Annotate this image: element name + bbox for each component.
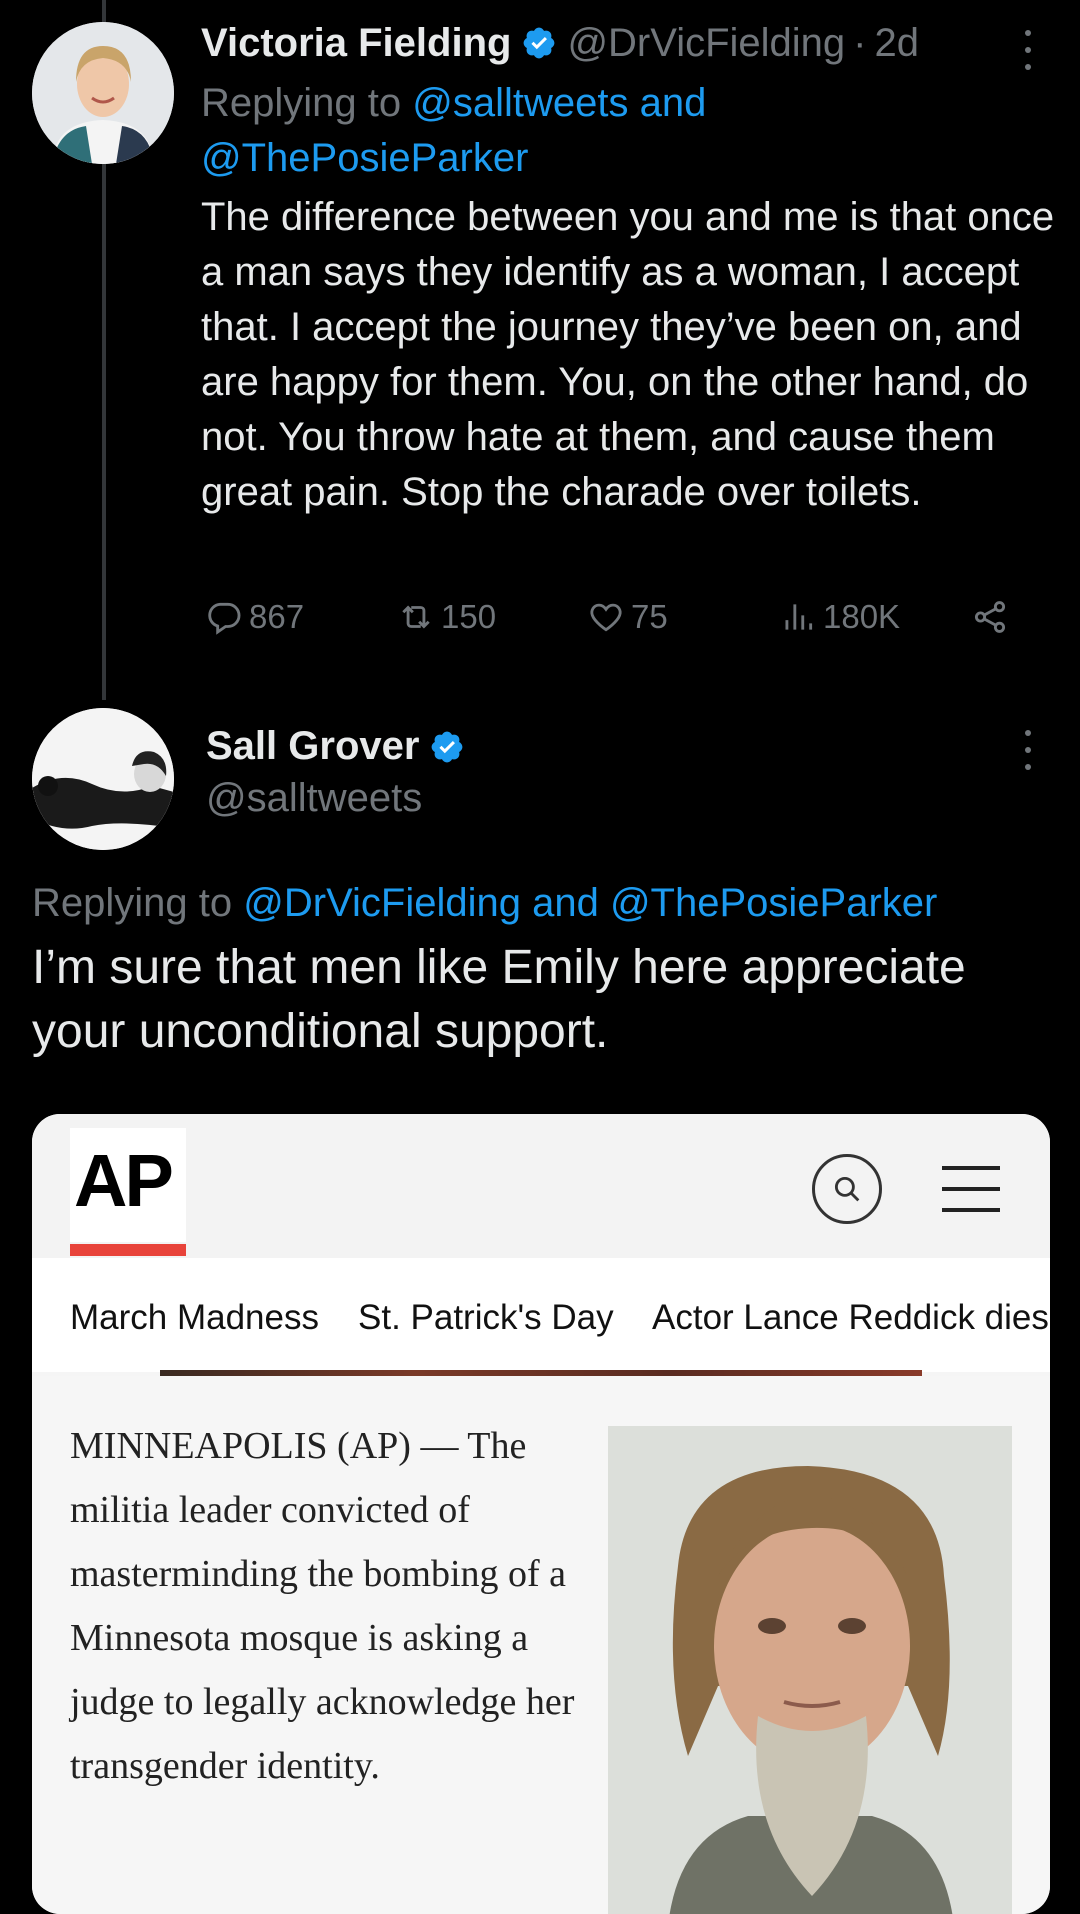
ap-logo: AP	[74, 1139, 174, 1222]
replying-prefix: Replying to	[201, 81, 402, 125]
like-button[interactable]: 75	[587, 598, 668, 636]
separator: ·	[853, 20, 867, 65]
mugshot-photo	[608, 1426, 1012, 1914]
like-icon	[590, 603, 622, 632]
article-text: MINNEAPOLIS (AP) — The militia leader co…	[70, 1425, 575, 1787]
display-name[interactable]: Victoria Fielding	[201, 21, 511, 66]
tweet2-header: Sall Grover	[206, 724, 475, 769]
avatar-sall-grover[interactable]	[32, 708, 174, 850]
attached-image[interactable]: AP March Madness St. Patrick's Day Actor…	[32, 1114, 1050, 1914]
handle[interactable]: @salltweets	[206, 776, 422, 821]
display-name[interactable]: Sall Grover	[206, 724, 419, 769]
verified-badge-icon	[432, 731, 463, 762]
reply-icon	[208, 602, 241, 635]
avatar-victoria-fielding[interactable]	[32, 22, 174, 164]
more-icon[interactable]	[1013, 30, 1043, 70]
ap-nav-item: March Madness	[70, 1298, 319, 1337]
views-button[interactable]: 180K	[779, 598, 900, 636]
tweet-text: I’m sure that men like Emily here apprec…	[32, 941, 966, 1058]
ap-nav: March Madness St. Patrick's Day Actor La…	[32, 1258, 1050, 1372]
menu-icon	[942, 1166, 1000, 1212]
ap-nav-item: Actor Lance Reddick dies	[652, 1298, 1049, 1337]
timestamp[interactable]: 2d	[875, 21, 920, 66]
views-icon	[785, 604, 813, 630]
search-icon	[812, 1154, 882, 1224]
replying-to-users[interactable]: @DrVicFielding and @ThePosieParker	[243, 881, 937, 925]
share-icon	[974, 601, 1006, 633]
replying-to: Replying to @salltweets and @ThePosiePar…	[201, 76, 1021, 186]
verified-badge-icon	[524, 27, 555, 59]
retweet-button[interactable]: 150	[397, 598, 496, 636]
share-button[interactable]	[971, 598, 1015, 636]
tweet-text: The difference between you and me is tha…	[201, 195, 1055, 514]
ap-logo-bar	[70, 1244, 186, 1256]
retweet-icon	[402, 605, 430, 629]
handle[interactable]: @DrVicFielding	[567, 21, 845, 66]
like-count: 75	[631, 598, 668, 635]
replying-prefix: Replying to	[32, 881, 233, 925]
reply-button[interactable]: 867	[205, 598, 304, 636]
replying-to: Replying to @DrVicFielding and @ThePosie…	[32, 876, 1062, 931]
tweet1-header: Victoria Fielding @DrVicFielding · 2d	[201, 18, 919, 68]
views-count: 180K	[823, 598, 901, 635]
retweet-count: 150	[441, 598, 497, 635]
action-bar: 867 150 75 180K	[201, 598, 1021, 654]
ap-nav-item: St. Patrick's Day	[358, 1298, 614, 1337]
reply-count: 867	[249, 598, 305, 635]
more-icon[interactable]	[1013, 730, 1043, 770]
